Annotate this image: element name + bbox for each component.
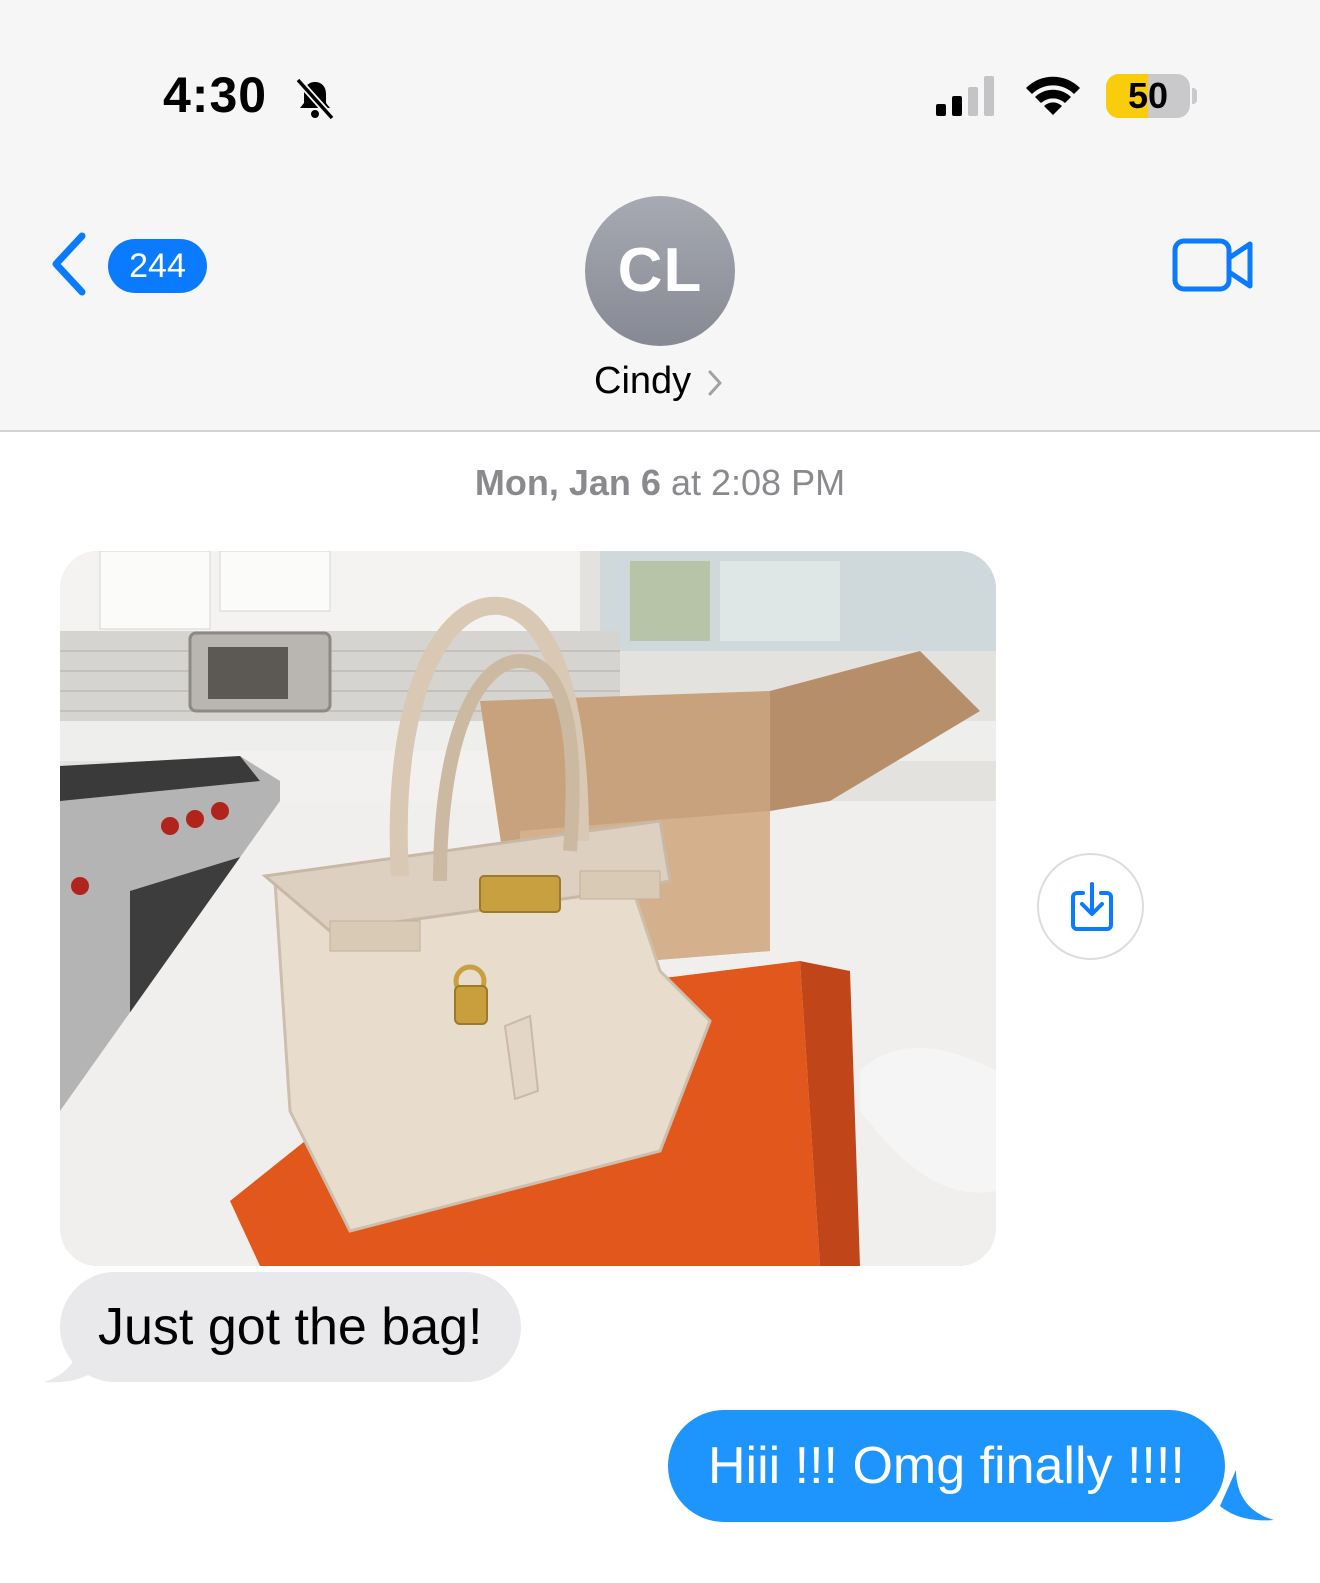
navigation-header: 4:30 50 244 CL Cindy [0, 0, 1320, 432]
incoming-message-bubble[interactable]: Just got the bag! [60, 1272, 521, 1382]
unread-count-badge[interactable]: 244 [108, 239, 207, 293]
chevron-right-icon[interactable] [706, 368, 724, 398]
outgoing-message-bubble[interactable]: Hiii !!! Omg finally !!!! [668, 1410, 1225, 1522]
message-photo[interactable] [60, 551, 996, 1266]
timestamp-time: 2:08 PM [711, 462, 846, 503]
video-camera-icon[interactable] [1172, 238, 1254, 292]
conversation-timestamp: Mon, Jan 6 at 2:08 PM [0, 462, 1320, 504]
signal-icon [936, 76, 994, 116]
status-time: 4:30 [163, 67, 268, 123]
timestamp-day: Mon, Jan 6 [474, 462, 661, 503]
bell-slash-icon [295, 77, 335, 121]
save-photo-button[interactable] [1037, 853, 1144, 960]
outgoing-bubble-tail [1220, 1470, 1274, 1521]
battery-icon: 50 [1106, 74, 1190, 118]
wifi-icon [1026, 76, 1080, 115]
battery-nub [1192, 88, 1197, 104]
chevron-left-icon[interactable] [48, 232, 92, 296]
battery-level: 50 [1127, 75, 1169, 116]
save-download-icon [1071, 882, 1113, 931]
contact-name[interactable]: Cindy [594, 360, 691, 403]
timestamp-at: at [670, 462, 701, 503]
avatar[interactable]: CL [585, 196, 735, 346]
